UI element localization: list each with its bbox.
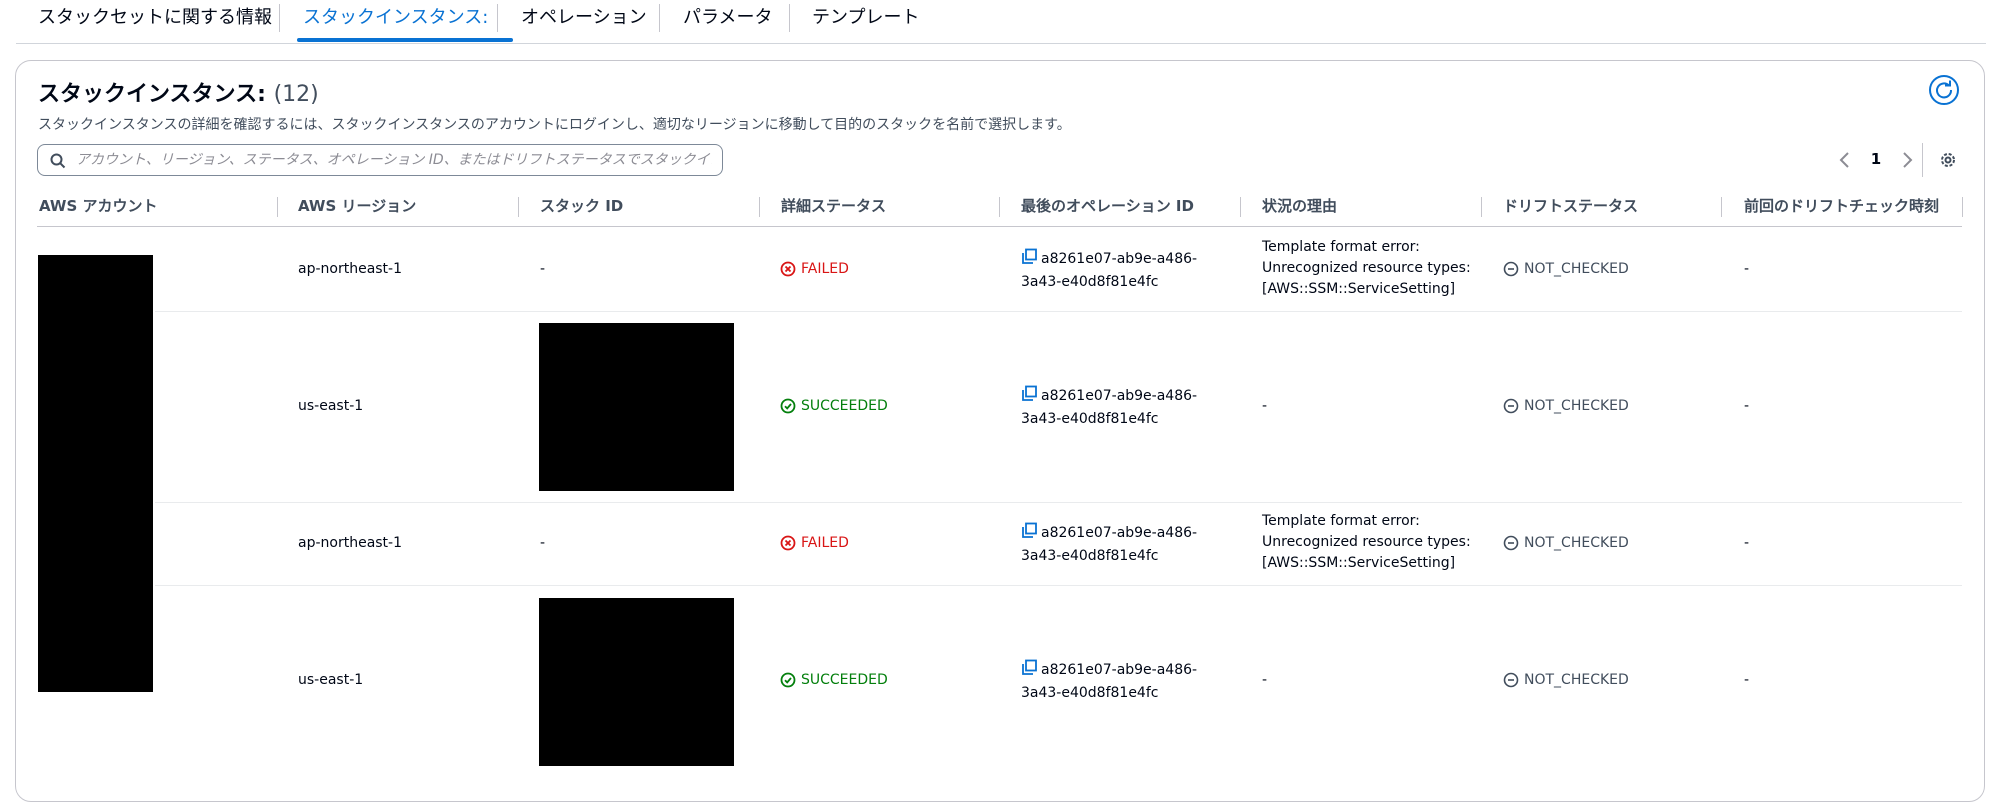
- copy-icon[interactable]: [1021, 248, 1038, 272]
- search-icon: [50, 153, 66, 169]
- column-header-account[interactable]: AWS アカウント: [39, 195, 158, 217]
- copy-icon[interactable]: [1021, 385, 1038, 409]
- operation-id-cell: a8261e07-ab9e-a486- 3a43-e40d8f81e4fc: [1021, 385, 1197, 430]
- tab-parameters[interactable]: パラメータ: [683, 0, 772, 40]
- stack-id-cell: -: [540, 535, 546, 551]
- copy-icon[interactable]: [1021, 522, 1038, 546]
- operation-id-cell: a8261e07-ab9e-a486- 3a43-e40d8f81e4fc: [1021, 522, 1197, 567]
- last-drift-check-cell: -: [1744, 672, 1750, 688]
- column-header-last-operation-id[interactable]: 最後のオペレーション ID: [1021, 195, 1194, 217]
- last-drift-check-cell: -: [1744, 261, 1750, 277]
- row-divider: [155, 502, 1962, 503]
- column-header-drift-status[interactable]: ドリフトステータス: [1503, 195, 1638, 217]
- tab-divider: [789, 4, 790, 32]
- status-reason-cell: Template format error: Unrecognized reso…: [1262, 513, 1471, 571]
- status-badge: SUCCEEDED: [780, 672, 888, 688]
- column-header-region[interactable]: AWS リージョン: [298, 195, 416, 217]
- status-badge: FAILED: [780, 261, 849, 277]
- region-cell: ap-northeast-1: [298, 535, 403, 551]
- column-header-stack-id[interactable]: スタック ID: [540, 195, 623, 217]
- instance-count: (12): [273, 82, 319, 107]
- drift-status-cell: NOT_CHECKED: [1503, 398, 1629, 414]
- success-icon: [780, 398, 796, 414]
- region-cell: ap-northeast-1: [298, 261, 403, 277]
- panel-description: スタックインスタンスの詳細を確認するには、スタックインスタンスのアカウントにログ…: [38, 117, 1071, 133]
- previous-page-icon[interactable]: [1836, 150, 1854, 170]
- column-header-detailed-status[interactable]: 詳細ステータス: [781, 195, 886, 217]
- search-field[interactable]: [37, 144, 723, 176]
- copy-icon[interactable]: [1021, 659, 1038, 683]
- current-page-number[interactable]: 1: [1866, 150, 1886, 168]
- tab-divider: [659, 4, 660, 32]
- status-reason-cell: -: [1262, 398, 1268, 414]
- redacted-stack-id: [539, 598, 734, 766]
- column-resizer[interactable]: [999, 197, 1000, 217]
- status-reason-cell: -: [1262, 672, 1268, 688]
- drift-status-cell: NOT_CHECKED: [1503, 261, 1629, 277]
- column-resizer[interactable]: [1240, 197, 1241, 217]
- tab-operations[interactable]: オペレーション: [521, 0, 647, 40]
- status-badge: FAILED: [780, 535, 849, 551]
- redacted-account-id: [38, 255, 153, 692]
- status-badge: SUCCEEDED: [780, 398, 888, 414]
- drift-status-cell: NOT_CHECKED: [1503, 672, 1629, 688]
- not-checked-icon: [1503, 261, 1519, 277]
- success-icon: [780, 672, 796, 688]
- not-checked-icon: [1503, 398, 1519, 414]
- operation-id-cell: a8261e07-ab9e-a486- 3a43-e40d8f81e4fc: [1021, 659, 1197, 704]
- tab-template[interactable]: テンプレート: [812, 0, 919, 40]
- region-cell: us-east-1: [298, 398, 364, 414]
- pager-divider: [1922, 143, 1923, 177]
- row-divider: [155, 585, 1962, 586]
- row-divider: [155, 311, 1962, 312]
- column-header-status-reason[interactable]: 状況の理由: [1262, 195, 1337, 217]
- next-page-icon[interactable]: [1898, 150, 1916, 170]
- drift-status-cell: NOT_CHECKED: [1503, 535, 1629, 551]
- column-resizer[interactable]: [1721, 197, 1722, 217]
- error-icon: [780, 535, 796, 551]
- column-resizer[interactable]: [1962, 197, 1963, 217]
- not-checked-icon: [1503, 535, 1519, 551]
- tab-bar: スタックセットに関する情報 スタックインスタンス: オペレーション パラメータ …: [16, 0, 1986, 44]
- column-resizer[interactable]: [1481, 197, 1482, 217]
- tab-divider: [279, 4, 280, 32]
- column-resizer[interactable]: [277, 197, 278, 217]
- tab-stack-instances[interactable]: スタックインスタンス:: [303, 0, 488, 40]
- tab-stackset-info[interactable]: スタックセットに関する情報: [38, 0, 272, 40]
- column-resizer[interactable]: [518, 197, 519, 217]
- tab-divider: [497, 4, 498, 32]
- refresh-button[interactable]: [1929, 75, 1959, 105]
- status-reason-cell: Template format error: Unrecognized reso…: [1262, 239, 1471, 297]
- operation-id-cell: a8261e07-ab9e-a486- 3a43-e40d8f81e4fc: [1021, 248, 1197, 293]
- stack-id-cell: -: [540, 261, 546, 277]
- region-cell: us-east-1: [298, 672, 364, 688]
- search-input[interactable]: [76, 148, 712, 172]
- not-checked-icon: [1503, 672, 1519, 688]
- error-icon: [780, 261, 796, 277]
- active-tab-indicator: [297, 38, 513, 42]
- redacted-stack-id: [539, 323, 734, 491]
- gear-icon[interactable]: [1938, 150, 1958, 170]
- panel-title: スタックインスタンス: (12): [38, 82, 319, 107]
- last-drift-check-cell: -: [1744, 398, 1750, 414]
- column-header-last-drift-check[interactable]: 前回のドリフトチェック時刻: [1744, 195, 1939, 217]
- refresh-icon: [1936, 80, 1953, 99]
- table-header-divider: [37, 226, 1962, 227]
- last-drift-check-cell: -: [1744, 535, 1750, 551]
- column-resizer[interactable]: [759, 197, 760, 217]
